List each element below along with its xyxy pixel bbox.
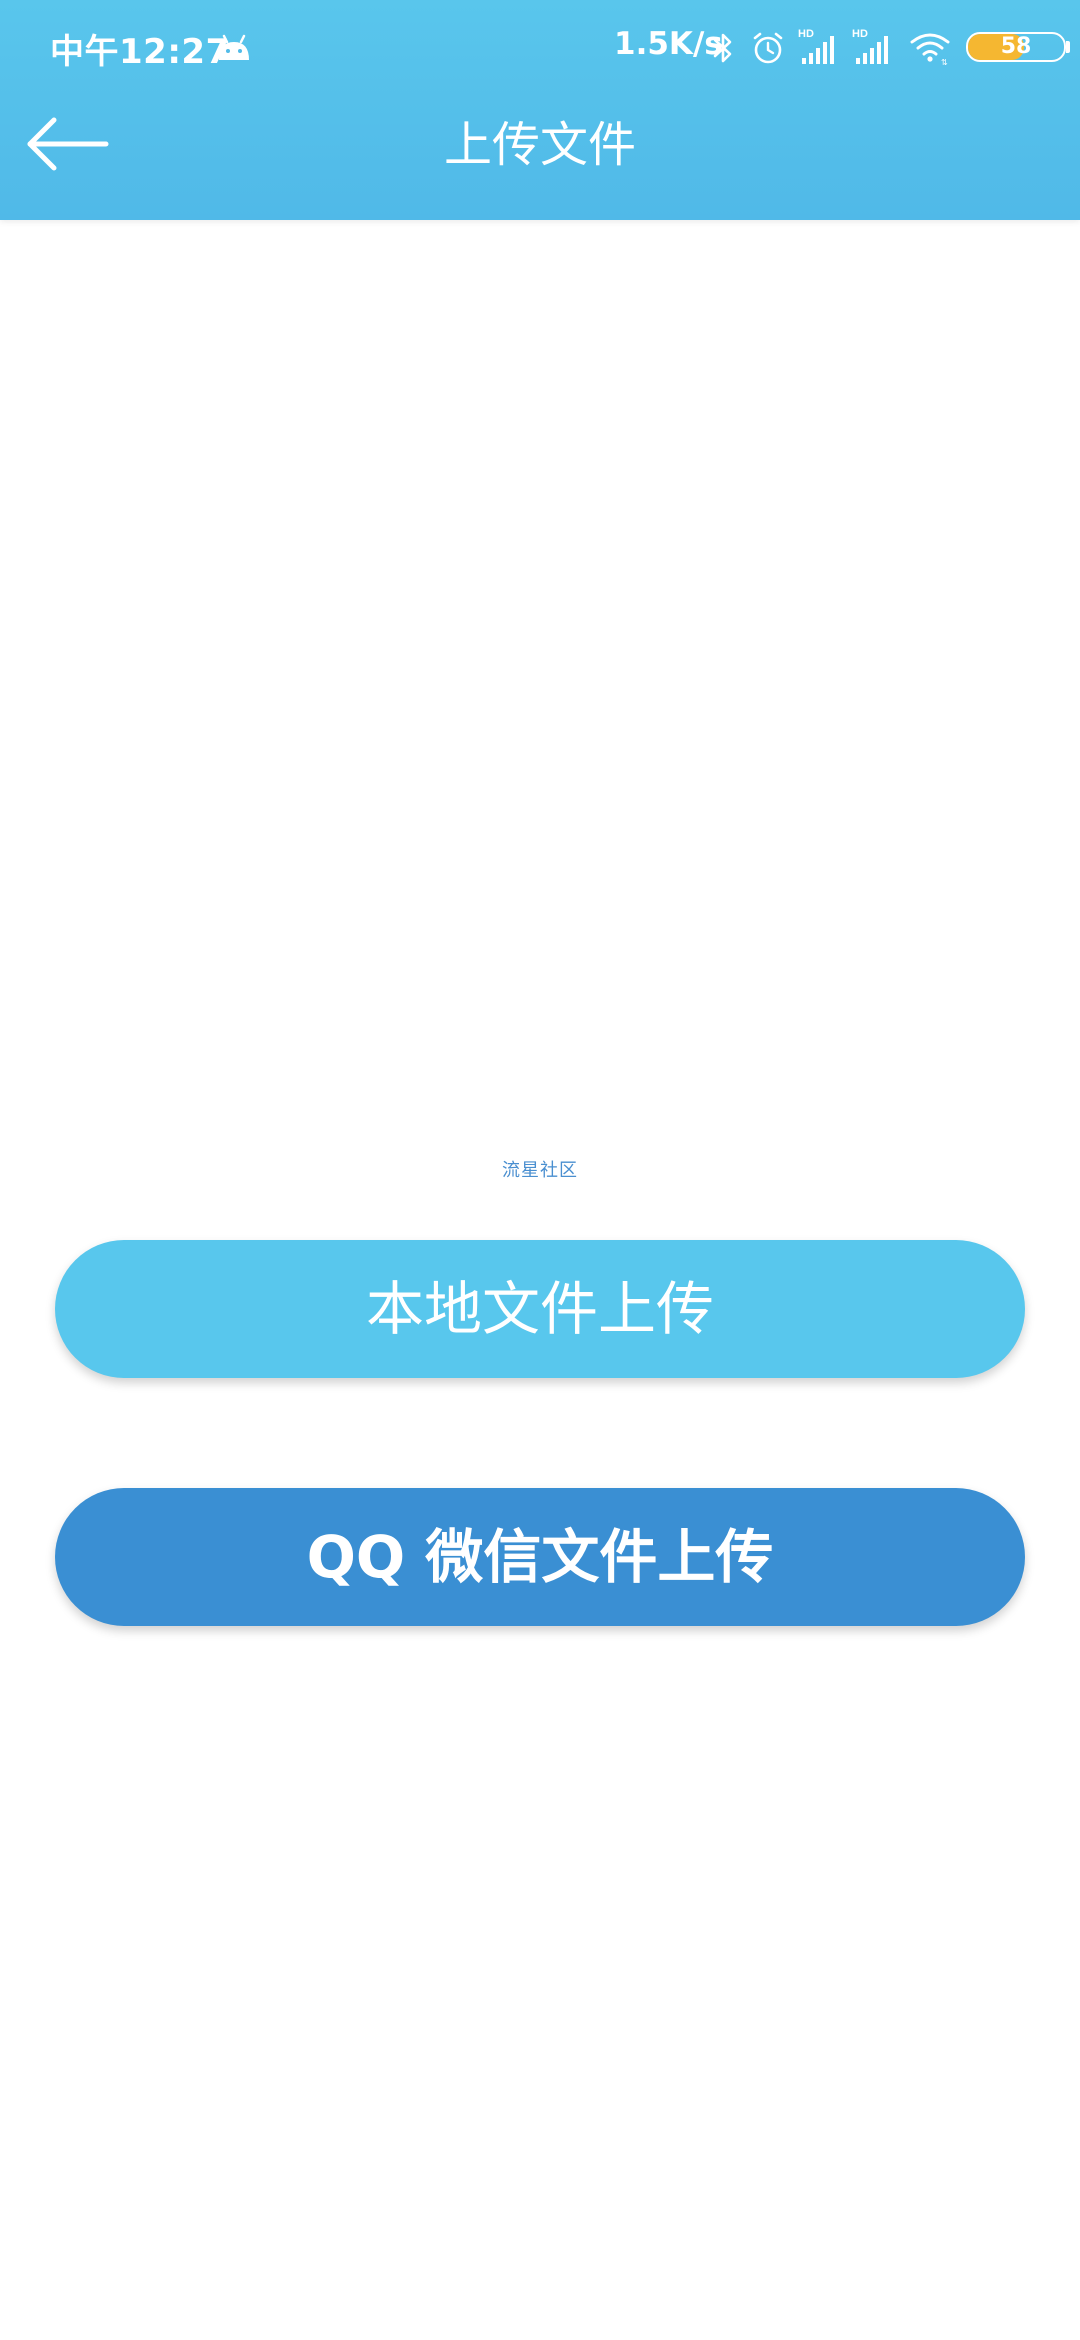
qq-wechat-file-upload-label: QQ 微信文件上传 xyxy=(306,1523,774,1591)
battery-level: 58 xyxy=(1000,34,1032,59)
battery-body: 58 xyxy=(966,32,1066,62)
back-button[interactable] xyxy=(20,110,120,180)
watermark-text: 流星社区 xyxy=(502,1160,578,1181)
local-file-upload-label: 本地文件上传 xyxy=(365,1275,714,1343)
hd-signal-icon: HD xyxy=(798,28,834,64)
hd-signal-icon: HD xyxy=(852,28,888,64)
local-file-upload-button[interactable]: 本地文件上传 xyxy=(55,1240,1025,1378)
app-header: 中午12:27 1.5K/s HD HD ⇅ 58 上传文件 xyxy=(0,0,1080,220)
android-icon xyxy=(219,34,249,60)
battery-icon: 58 xyxy=(966,32,1070,62)
svg-text:⇅: ⇅ xyxy=(941,58,948,66)
svg-text:HD: HD xyxy=(798,28,814,40)
bluetooth-icon xyxy=(713,33,732,63)
status-bar: 中午12:27 1.5K/s HD HD ⇅ 58 xyxy=(0,0,1080,96)
battery-cap xyxy=(1066,41,1070,53)
status-time: 中午12:27 xyxy=(50,32,230,72)
alarm-icon xyxy=(753,32,783,64)
wifi-icon: ⇅ xyxy=(910,33,950,66)
svg-text:HD: HD xyxy=(852,28,868,40)
page-title: 上传文件 xyxy=(443,117,636,173)
qq-wechat-file-upload-button[interactable]: QQ 微信文件上传 xyxy=(55,1488,1025,1626)
arrow-left-icon xyxy=(27,117,109,171)
upload-file-screen: 中午12:27 1.5K/s HD HD ⇅ 58 上传文件 流星社区 本地文件… xyxy=(0,0,1080,2340)
network-speed: 1.5K/s xyxy=(614,26,723,62)
